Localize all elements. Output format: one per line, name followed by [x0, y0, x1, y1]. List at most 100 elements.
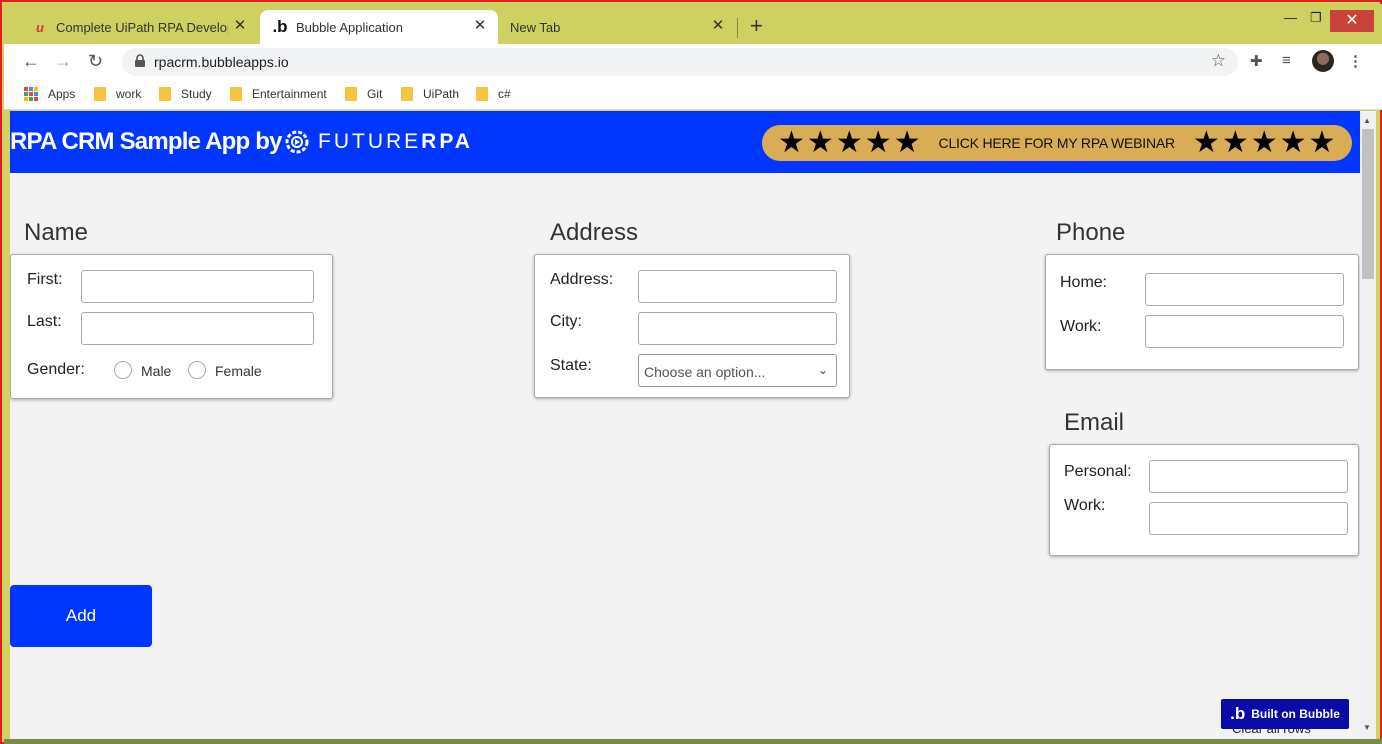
close-tab-icon[interactable]: ✕	[710, 18, 726, 34]
star-icon: ★	[893, 126, 921, 159]
add-button[interactable]: Add	[10, 585, 152, 647]
profile-avatar[interactable]	[1312, 50, 1334, 72]
state-label: State:	[550, 357, 592, 374]
bookmark-work[interactable]: work	[94, 87, 141, 101]
app-header: RPA CRM Sample App by FUTURE RPA ★ ★ ★ ★ ★ CL…	[10, 111, 1360, 173]
bookmarks-bar: Apps work Study Entertainment Git UiPath…	[4, 80, 1382, 110]
close-window-icon[interactable]: ✕	[1330, 10, 1374, 32]
tab-strip: u Complete UiPath RPA Developer ✕ .b Bub…	[4, 4, 1382, 44]
personal-email-input[interactable]	[1149, 460, 1348, 493]
first-name-input[interactable]	[81, 270, 314, 303]
address-section-title: Address	[550, 219, 639, 246]
gender-male-radio[interactable]	[114, 361, 132, 379]
badge-text: Built on Bubble	[1251, 707, 1340, 721]
email-card: Personal: Work:	[1049, 444, 1359, 556]
browser-toolbar: ← → ↻ rpacrm.bubbleapps.io ☆ ✚ ≡ ⋮	[4, 44, 1382, 80]
apps-grid-icon	[24, 87, 38, 101]
address-label: Address:	[550, 271, 614, 288]
star-icon: ★	[806, 126, 834, 159]
bookmark-csharp[interactable]: c#	[476, 87, 511, 101]
close-tab-icon[interactable]: ✕	[232, 18, 248, 34]
folder-icon	[476, 87, 488, 101]
work-phone-label: Work:	[1060, 318, 1102, 335]
lock-icon	[135, 54, 145, 67]
close-tab-icon[interactable]: ✕	[472, 18, 488, 34]
last-name-input[interactable]	[81, 312, 314, 345]
gender-female-radio[interactable]	[188, 361, 206, 379]
url-text: rpacrm.bubbleapps.io	[154, 54, 289, 70]
forward-icon[interactable]: →	[54, 51, 72, 72]
star-icon: ★	[1250, 126, 1278, 159]
bookmark-study[interactable]: Study	[159, 87, 212, 101]
gender-label: Gender:	[27, 361, 85, 378]
address-input[interactable]	[638, 270, 837, 303]
restore-icon[interactable]: ❐	[1310, 10, 1322, 26]
state-dropdown[interactable]: Choose an option... ⌄	[638, 354, 837, 387]
first-name-label: First:	[27, 271, 63, 288]
back-icon[interactable]: ←	[22, 51, 40, 72]
star-icon: ★	[1192, 126, 1220, 159]
bubble-logo-icon: .b	[1230, 704, 1246, 723]
reading-list-icon[interactable]: ≡	[1282, 52, 1291, 69]
built-on-bubble-badge[interactable]: .b Built on Bubble	[1221, 699, 1349, 729]
work-phone-input[interactable]	[1145, 315, 1344, 348]
reload-icon[interactable]: ↻	[88, 51, 103, 72]
tab-udemy[interactable]: u Complete UiPath RPA Developer ✕	[20, 10, 258, 44]
bookmark-git[interactable]: Git	[345, 87, 382, 101]
bookmark-entertainment[interactable]: Entertainment	[230, 87, 327, 101]
udemy-icon: u	[36, 19, 44, 35]
page-viewport: RPA CRM Sample App by FUTURE RPA ★ ★ ★ ★ ★ CL…	[10, 111, 1360, 739]
bookmark-star-icon[interactable]: ☆	[1211, 51, 1226, 71]
personal-email-label: Personal:	[1064, 463, 1132, 480]
address-card: Address: City: State: Choose an option..…	[534, 254, 850, 398]
folder-icon	[401, 87, 413, 101]
bubble-icon: .b	[272, 17, 288, 36]
webinar-banner[interactable]: ★ ★ ★ ★ ★ CLICK HERE FOR MY RPA WEBINAR ★ ★ ★ ★…	[762, 125, 1352, 161]
gender-female-label: Female	[215, 363, 262, 379]
page-scrollbar[interactable]: ▲ ▼	[1360, 111, 1376, 739]
address-bar[interactable]: rpacrm.bubbleapps.io ☆	[122, 48, 1238, 76]
bookmark-label: Git	[367, 87, 383, 101]
state-placeholder: Choose an option...	[644, 364, 766, 380]
bookmark-uipath[interactable]: UiPath	[401, 87, 459, 101]
rating-stars-left: ★ ★ ★ ★ ★	[778, 128, 921, 158]
rating-stars-right: ★ ★ ★ ★ ★	[1193, 128, 1336, 158]
folder-icon	[94, 87, 106, 101]
home-phone-input[interactable]	[1145, 273, 1344, 306]
city-label: City:	[550, 313, 582, 330]
tab-new-tab[interactable]: New Tab ✕	[498, 10, 736, 44]
tab-title: Bubble Application	[296, 19, 403, 35]
scroll-down-icon[interactable]: ▼	[1363, 723, 1371, 732]
work-email-input[interactable]	[1149, 502, 1348, 535]
tab-title: Complete UiPath RPA Developer	[56, 19, 228, 35]
email-section-title: Email	[1064, 409, 1125, 436]
tab-bubble-application[interactable]: .b Bubble Application ✕	[260, 10, 498, 44]
city-input[interactable]	[638, 312, 837, 345]
logo-text-future: FUTURE	[318, 130, 422, 153]
gender-male-label: Male	[141, 363, 172, 379]
webinar-link-text[interactable]: CLICK HERE FOR MY RPA WEBINAR	[939, 135, 1176, 151]
os-taskbar-strip	[4, 739, 1382, 744]
phone-card: Home: Work:	[1045, 254, 1359, 370]
extensions-icon[interactable]: ✚	[1250, 52, 1263, 70]
last-name-label: Last:	[27, 313, 62, 330]
minimize-icon[interactable]: —	[1284, 10, 1297, 25]
name-card: First: Last: Gender: Male Female	[10, 254, 333, 399]
star-icon: ★	[778, 126, 805, 159]
futurerpa-logo: FUTURE RPA	[284, 129, 473, 155]
star-icon: ★	[864, 126, 892, 159]
folder-icon	[345, 87, 357, 101]
tab-title: New Tab	[510, 19, 561, 35]
futurerpa-logo-icon	[285, 130, 309, 154]
bookmark-label: c#	[498, 87, 511, 101]
tab-separator	[737, 18, 738, 38]
bookmark-apps[interactable]: Apps	[24, 87, 75, 101]
home-phone-label: Home:	[1060, 274, 1108, 291]
scroll-up-icon[interactable]: ▲	[1363, 116, 1371, 125]
app-title: RPA CRM Sample App by	[10, 128, 282, 155]
new-tab-button[interactable]: +	[750, 15, 763, 37]
menu-kebab-icon[interactable]: ⋮	[1348, 52, 1363, 70]
scrollbar-thumb[interactable]	[1362, 129, 1374, 279]
chevron-down-icon: ⌄	[817, 363, 828, 377]
bookmark-label: UiPath	[423, 87, 460, 101]
